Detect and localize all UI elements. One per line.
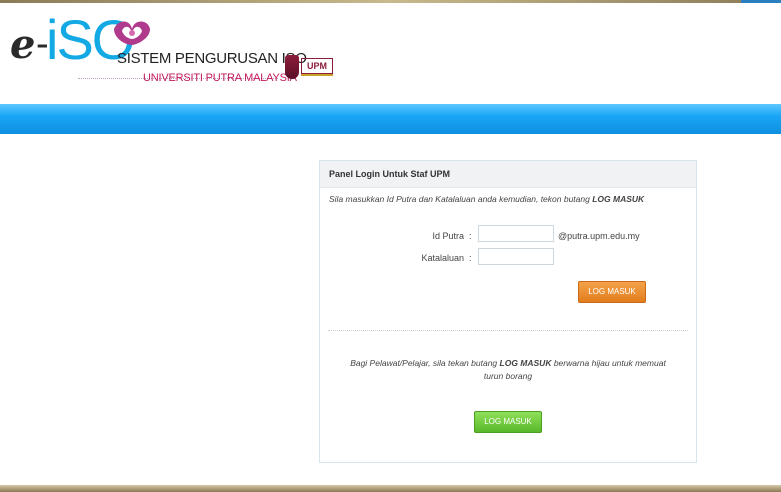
- password-colon: :: [469, 253, 472, 263]
- instruction-text: Sila masukkan Id Putra dan Katalaluan an…: [329, 194, 593, 204]
- password-label: Katalaluan: [421, 253, 464, 263]
- guest-instruction: Bagi Pelawat/Pelajar, sila tekan butang …: [340, 357, 676, 383]
- guest-text-prefix: Bagi Pelawat/Pelajar, sila tekan butang: [350, 358, 500, 368]
- staff-login-button[interactable]: LOG MASUK: [578, 281, 646, 303]
- upm-badge: UPM: [301, 58, 333, 74]
- logo-letter-e: e: [10, 21, 35, 68]
- panel-header: Panel Login Untuk Staf UPM: [320, 161, 696, 188]
- email-domain-suffix: @putra.upm.edu.my: [558, 231, 640, 241]
- site-header: e - iSO SISTEM PENGURUSAN ISO UNIVERSITI…: [0, 3, 781, 103]
- window-bottom-border: [0, 485, 781, 492]
- password-input[interactable]: [478, 248, 554, 265]
- instruction-emphasis: LOG MASUK: [592, 194, 645, 204]
- id-putra-input[interactable]: [478, 225, 554, 242]
- upm-badge-underline: [301, 74, 333, 76]
- id-putra-colon: :: [469, 231, 472, 241]
- panel-title: Panel Login Untuk Staf UPM: [329, 169, 451, 179]
- id-putra-label: Id Putra: [432, 231, 464, 241]
- login-instruction: Sila masukkan Id Putra dan Katalaluan an…: [329, 194, 689, 204]
- logo-swirl-icon: [114, 21, 150, 45]
- university-crest-icon: [285, 55, 299, 79]
- section-divider: [328, 330, 688, 332]
- system-name: SISTEM PENGURUSAN ISO: [117, 50, 307, 67]
- university-name: UNIVERSITI PUTRA MALAYSIA: [143, 72, 297, 84]
- header-band: [0, 104, 781, 134]
- login-panel: Panel Login Untuk Staf UPM Sila masukkan…: [319, 160, 697, 463]
- guest-text-emphasis: LOG MASUK: [499, 358, 552, 368]
- guest-login-button[interactable]: LOG MASUK: [474, 411, 542, 433]
